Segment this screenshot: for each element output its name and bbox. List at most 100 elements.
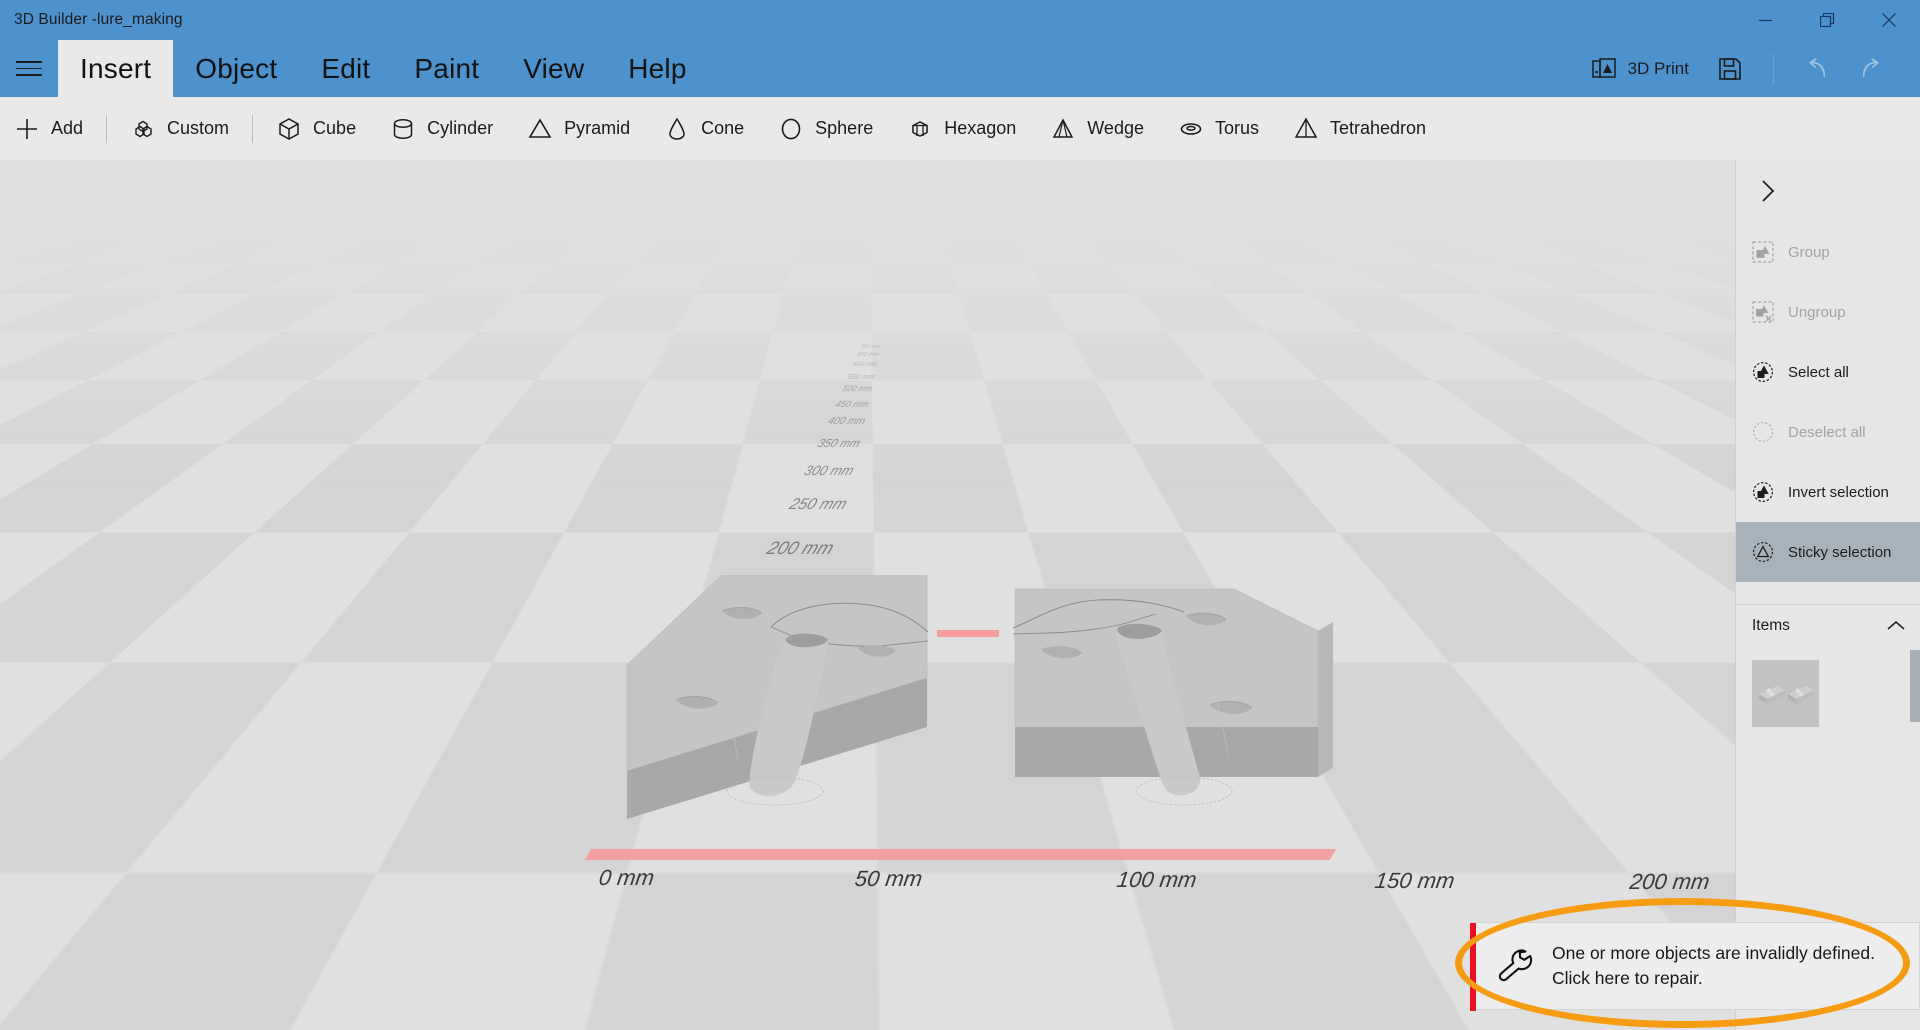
insert-ribbon-toolbar: Add Custom Cube Cylinder Pyramid Cone Sp… (0, 97, 1920, 160)
shape-tetrahedron-label: Tetrahedron (1330, 118, 1427, 138)
items-list (1736, 646, 1920, 727)
minimize-icon (1758, 19, 1772, 21)
panel-action-deselect-all[interactable]: Deselect all (1736, 402, 1920, 462)
panel-action-group-label: Group (1788, 243, 1830, 261)
redo-button[interactable] (1844, 40, 1898, 97)
title-bar: 3D Builder -lure_making (0, 0, 1920, 40)
3d-viewport[interactable]: 200 mm 250 mm 300 mm 350 mm 400 mm 450 m… (0, 160, 1735, 1030)
items-section-header[interactable]: Items (1736, 604, 1920, 646)
close-icon (1882, 13, 1896, 27)
menu-tab-help[interactable]: Help (606, 40, 708, 97)
select-all-icon (1753, 362, 1773, 382)
menu-tab-view[interactable]: View (501, 40, 606, 97)
panel-expand-button[interactable] (1736, 160, 1920, 222)
panel-scrollbar-thumb[interactable] (1910, 650, 1920, 722)
chevron-right-icon (1762, 180, 1775, 202)
sticky-selection-icon (1753, 542, 1773, 562)
close-button[interactable] (1858, 0, 1920, 40)
menu-bar-actions: 3D Print (1577, 40, 1920, 97)
toast-message-line2: Click here to repair. (1552, 968, 1703, 988)
wrench-icon (1498, 949, 1533, 982)
ribbon-divider-2 (252, 114, 254, 143)
shape-cylinder-button[interactable]: Cylinder (373, 97, 510, 160)
window-title: 3D Builder -lure_making (14, 11, 183, 28)
menu-tab-insert[interactable]: Insert (58, 40, 174, 97)
panel-action-deselect-all-label: Deselect all (1788, 423, 1866, 441)
redo-icon (1862, 57, 1879, 77)
selection-panel: Group Ungroup Select all Deselect all In… (1735, 160, 1920, 1030)
panel-action-ungroup[interactable]: Ungroup (1736, 282, 1920, 342)
panel-action-select-all[interactable]: Select all (1736, 342, 1920, 402)
repair-notification-toast[interactable]: One or more objects are invalidly define… (1470, 922, 1920, 1011)
plus-icon (17, 118, 37, 139)
cylinder-icon (393, 118, 413, 139)
shape-cone-label: Cone (701, 118, 745, 138)
3d-print-label: 3D Print (1627, 58, 1689, 78)
shape-hexagon-label: Hexagon (944, 118, 1017, 138)
chevron-up-icon[interactable] (1886, 619, 1906, 633)
wedge-icon (1053, 117, 1074, 138)
mold-right-geometry (1012, 588, 1333, 806)
3d-print-button[interactable]: 3D Print (1577, 40, 1703, 97)
custom-icon (135, 120, 152, 137)
3d-print-icon (1591, 57, 1616, 78)
add-label: Add (51, 118, 84, 138)
save-button[interactable] (1703, 40, 1757, 97)
maximize-button[interactable] (1796, 0, 1858, 40)
panel-action-ungroup-label: Ungroup (1788, 303, 1846, 321)
items-label: Items (1752, 616, 1790, 634)
restore-icon (1819, 12, 1834, 27)
toolbar-divider (1773, 53, 1774, 84)
panel-action-group[interactable]: Group (1736, 222, 1920, 282)
add-button[interactable]: Add (0, 97, 100, 160)
custom-button[interactable]: Custom (113, 97, 246, 160)
undo-button[interactable] (1790, 40, 1844, 97)
menu-icon (16, 56, 42, 81)
shape-pyramid-label: Pyramid (564, 118, 631, 138)
hamburger-menu-button[interactable] (0, 40, 58, 97)
shape-torus-label: Torus (1214, 118, 1259, 138)
mold-half-left[interactable] (590, 575, 935, 855)
hexagon-icon (912, 120, 928, 137)
window-controls (1734, 0, 1920, 40)
ribbon-divider-1 (106, 114, 108, 143)
shape-cube-button[interactable]: Cube (259, 97, 373, 160)
shape-wedge-button[interactable]: Wedge (1033, 97, 1161, 160)
panel-action-invert-selection-label: Invert selection (1788, 483, 1889, 501)
shape-cylinder-label: Cylinder (427, 118, 494, 138)
panel-action-sticky-selection[interactable]: Sticky selection (1736, 522, 1920, 582)
panel-scrollbar[interactable] (1910, 160, 1920, 1030)
cone-icon (669, 117, 685, 140)
shape-sphere-button[interactable]: Sphere (761, 97, 890, 160)
toast-message: One or more objects are invalidly define… (1552, 941, 1875, 992)
toast-accent-bar (1470, 923, 1476, 1011)
invert-selection-icon (1753, 482, 1773, 502)
sphere-icon (781, 118, 801, 139)
panel-action-sticky-selection-label: Sticky selection (1788, 543, 1892, 561)
shape-cube-label: Cube (313, 118, 357, 138)
shape-cone-button[interactable]: Cone (647, 97, 761, 160)
menu-bar: Insert Object Edit Paint View Help 3D Pr… (0, 40, 1920, 97)
minimize-button[interactable] (1734, 0, 1796, 40)
tetrahedron-icon (1294, 116, 1318, 138)
cube-icon (279, 117, 299, 140)
shape-torus-button[interactable]: Torus (1161, 97, 1276, 160)
custom-label: Custom (167, 118, 230, 138)
shape-sphere-label: Sphere (815, 118, 874, 138)
toast-message-line1: One or more objects are invalidly define… (1552, 942, 1875, 963)
torus-icon (1180, 122, 1202, 135)
menu-tab-edit[interactable]: Edit (299, 40, 392, 97)
group-icon (1752, 241, 1774, 263)
save-icon (1719, 57, 1741, 80)
panel-action-select-all-label: Select all (1788, 363, 1849, 381)
shape-hexagon-button[interactable]: Hexagon (890, 97, 1033, 160)
mold-half-right[interactable] (988, 572, 1338, 857)
shape-tetrahedron-button[interactable]: Tetrahedron (1276, 97, 1443, 160)
panel-action-invert-selection[interactable]: Invert selection (1736, 462, 1920, 522)
shape-pyramid-button[interactable]: Pyramid (510, 97, 647, 160)
menu-tab-paint[interactable]: Paint (392, 40, 501, 97)
menu-tab-object[interactable]: Object (173, 40, 299, 97)
item-thumbnail-preview (1758, 685, 1814, 704)
deselect-all-icon (1753, 422, 1773, 442)
item-thumbnail[interactable] (1752, 660, 1819, 727)
